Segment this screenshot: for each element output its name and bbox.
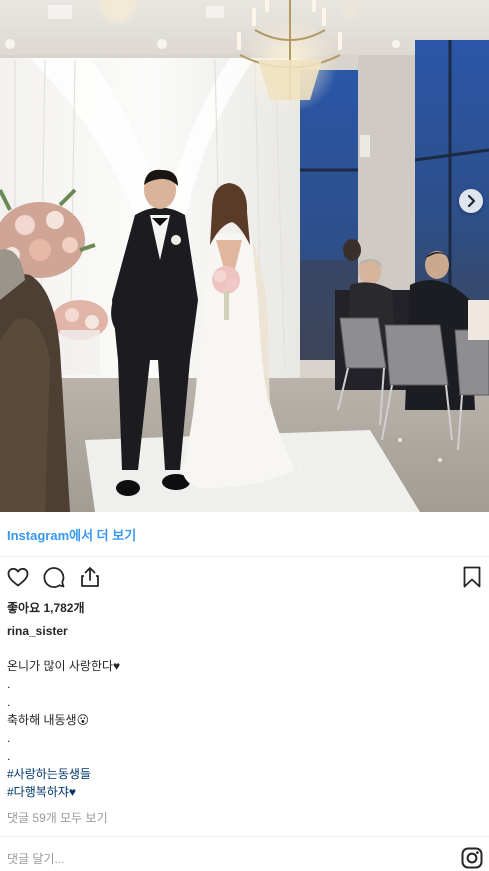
like-button[interactable] bbox=[6, 565, 30, 589]
bookmark-button[interactable] bbox=[460, 565, 484, 589]
post-photo bbox=[0, 0, 489, 512]
share-button[interactable] bbox=[78, 565, 102, 589]
caption-line: . bbox=[7, 677, 11, 691]
hashtag-link[interactable]: #사랑하는동생들 bbox=[7, 765, 477, 783]
post-username[interactable]: rina_sister bbox=[7, 624, 68, 638]
comment-icon bbox=[43, 567, 65, 588]
hashtag-link[interactable]: #다행복하쟈♥ bbox=[7, 783, 477, 801]
next-photo-button[interactable] bbox=[459, 189, 483, 213]
action-bar bbox=[0, 562, 489, 592]
divider bbox=[0, 836, 489, 837]
chevron-right-icon bbox=[467, 194, 476, 208]
caption-line: 온니가 많이 사랑한다♥ bbox=[7, 659, 121, 673]
bookmark-icon bbox=[463, 566, 481, 588]
instagram-icon bbox=[461, 847, 483, 869]
caption-line: 축하해 내동생😮 bbox=[7, 713, 90, 727]
add-comment-input[interactable]: 댓글 달기... bbox=[7, 850, 65, 867]
instagram-logo-link[interactable] bbox=[460, 846, 484, 870]
heart-icon bbox=[7, 567, 29, 587]
share-icon bbox=[81, 567, 99, 587]
caption-line: . bbox=[7, 695, 11, 709]
comment-button[interactable] bbox=[42, 565, 66, 589]
likes-count[interactable]: 좋아요 1,782개 bbox=[7, 599, 85, 616]
caption-line: . bbox=[7, 731, 11, 745]
wedding-photo-illustration bbox=[0, 0, 489, 512]
divider bbox=[0, 556, 489, 557]
view-all-comments-link[interactable]: 댓글 59개 모두 보기 bbox=[7, 809, 108, 826]
caption-line: . bbox=[7, 749, 11, 763]
view-more-on-instagram-link[interactable]: Instagram에서 더 보기 bbox=[7, 525, 136, 544]
post-caption: 온니가 많이 사랑한다♥.. 축하해 내동생😮.. #사랑하는동생들 #다행복하쟈♥ bbox=[7, 657, 477, 801]
